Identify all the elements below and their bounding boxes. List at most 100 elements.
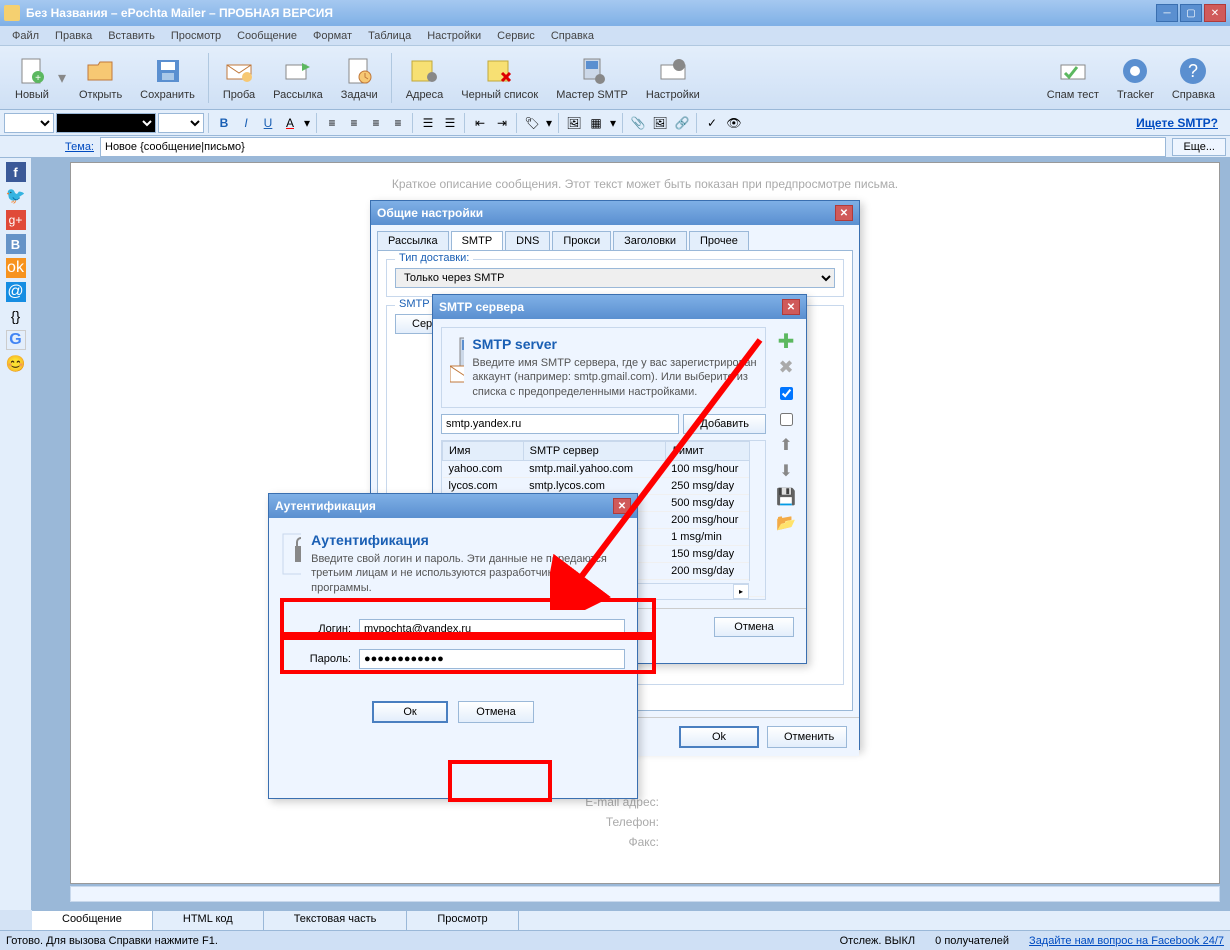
menu-format[interactable]: Формат [305,28,360,44]
settings-cancel-button[interactable]: Отменить [767,726,847,748]
addresses-button[interactable]: Адреса [397,52,453,104]
horizontal-scrollbar[interactable] [70,886,1220,902]
align-right-icon[interactable]: ≡ [366,113,386,133]
smtp-add-button[interactable]: Добавить [683,414,766,434]
menu-file[interactable]: Файл [4,28,47,44]
tab-smtp[interactable]: SMTP [451,231,504,250]
send-button[interactable]: Рассылка [264,52,332,104]
indent-dec-icon[interactable]: ⇤ [470,113,490,133]
list-bullet-icon[interactable]: ☰ [440,113,460,133]
move-up-icon[interactable]: ⬆ [776,435,796,455]
spam-test-button[interactable]: Спам тест [1038,52,1108,104]
tab-message[interactable]: Сообщение [32,911,153,930]
ok-icon[interactable]: ok [6,258,26,278]
image-icon[interactable]: 🖼 [650,113,670,133]
settings-ok-button[interactable]: Ok [679,726,759,748]
italic-icon[interactable]: I [236,113,256,133]
bold-icon[interactable]: B [214,113,234,133]
status-fb-link[interactable]: Задайте нам вопрос на Facebook 24/7 [1029,935,1224,947]
facebook-icon[interactable]: f [6,162,26,182]
settings-close-icon[interactable]: ✕ [835,205,853,221]
twitter-icon[interactable]: 🐦 [6,186,26,206]
link-icon[interactable]: 🔗 [672,113,692,133]
load-list-icon[interactable]: 📂 [776,513,796,533]
close-button[interactable]: ✕ [1204,4,1226,22]
login-input[interactable] [359,619,625,639]
tab-text[interactable]: Текстовая часть [264,911,408,930]
delivery-select[interactable]: Только через SMTP [395,268,835,288]
password-input[interactable] [359,649,625,669]
auth-cancel-button[interactable]: Отмена [458,701,534,723]
table-row[interactable]: lycos.comsmtp.lycos.com250 msg/day [443,477,765,494]
code-icon[interactable]: {} [6,306,26,326]
tracker-button[interactable]: Tracker [1108,52,1163,104]
settings-button[interactable]: Настройки [637,52,709,104]
menu-insert[interactable]: Вставить [100,28,163,44]
align-justify-icon[interactable]: ≡ [388,113,408,133]
smtp-search-link[interactable]: Ищете SMTP? [1136,116,1226,130]
tab-mailing[interactable]: Рассылка [377,231,449,250]
check-icon[interactable] [776,383,796,403]
col-server[interactable]: SMTP сервер [523,441,665,460]
delete-icon[interactable]: ✖ [776,357,796,377]
auth-close-icon[interactable]: ✕ [613,498,631,514]
tab-html[interactable]: HTML код [153,911,264,930]
align-center-icon[interactable]: ≡ [344,113,364,133]
save-list-icon[interactable]: 💾 [776,487,796,507]
tag-dropdown[interactable]: ▾ [544,113,554,133]
spellcheck-icon[interactable]: ✓ [702,113,722,133]
move-down-icon[interactable]: ⬇ [776,461,796,481]
smtp-close-icon[interactable]: ✕ [782,299,800,315]
menu-help[interactable]: Справка [543,28,602,44]
menu-service[interactable]: Сервис [489,28,543,44]
insert-image-icon[interactable]: 🖼 [564,113,584,133]
smtp-server-input[interactable] [441,414,679,434]
save-button[interactable]: Сохранить [131,52,204,104]
maximize-button[interactable]: ▢ [1180,4,1202,22]
style-combo[interactable] [158,113,204,133]
list-number-icon[interactable]: ☰ [418,113,438,133]
smtp-wizard-button[interactable]: Мастер SMTP [547,52,637,104]
new-dropdown[interactable]: ▾ [58,68,70,88]
tab-preview[interactable]: Просмотр [407,911,518,930]
tab-other[interactable]: Прочее [689,231,749,250]
menu-table[interactable]: Таблица [360,28,419,44]
font-family-combo[interactable] [56,113,156,133]
menu-view[interactable]: Просмотр [163,28,229,44]
font-color-icon[interactable]: A [280,113,300,133]
google-plus-icon[interactable]: g+ [6,210,26,230]
insert-tag-icon[interactable]: 🏷 [522,113,542,133]
probe-button[interactable]: Проба [214,52,264,104]
auth-ok-button[interactable]: Ок [372,701,448,723]
table-dropdown[interactable]: ▾ [608,113,618,133]
tab-proxy[interactable]: Прокси [552,231,611,250]
smtp-cancel-button[interactable]: Отмена [714,617,794,637]
preview-icon[interactable]: 👁 [724,113,744,133]
menu-edit[interactable]: Правка [47,28,100,44]
insert-table-icon[interactable]: ▦ [586,113,606,133]
font-size-combo[interactable] [4,113,54,133]
vk-icon[interactable]: B [6,234,26,254]
smtp-v-scrollbar[interactable] [749,441,765,581]
open-button[interactable]: Открыть [70,52,131,104]
tab-dns[interactable]: DNS [505,231,550,250]
menu-message[interactable]: Сообщение [229,28,305,44]
google-icon[interactable]: G [6,330,26,350]
table-row[interactable]: yahoo.comsmtp.mail.yahoo.com100 msg/hour [443,460,765,477]
align-left-icon[interactable]: ≡ [322,113,342,133]
tasks-button[interactable]: Задачи [332,52,387,104]
add-icon[interactable]: ✚ [776,331,796,351]
emoji-icon[interactable]: 😊 [6,354,26,374]
indent-inc-icon[interactable]: ⇥ [492,113,512,133]
subject-label[interactable]: Тема: [4,141,94,153]
new-button[interactable]: +Новый [6,52,58,104]
minimize-button[interactable]: ─ [1156,4,1178,22]
subject-input[interactable] [100,137,1166,157]
tab-headers[interactable]: Заголовки [613,231,687,250]
attach-icon[interactable]: 📎 [628,113,648,133]
underline-icon[interactable]: U [258,113,278,133]
mail-icon[interactable]: @ [6,282,26,302]
subject-more-button[interactable]: Еще... [1172,138,1226,156]
col-name[interactable]: Имя [443,441,524,460]
menu-settings[interactable]: Настройки [419,28,489,44]
